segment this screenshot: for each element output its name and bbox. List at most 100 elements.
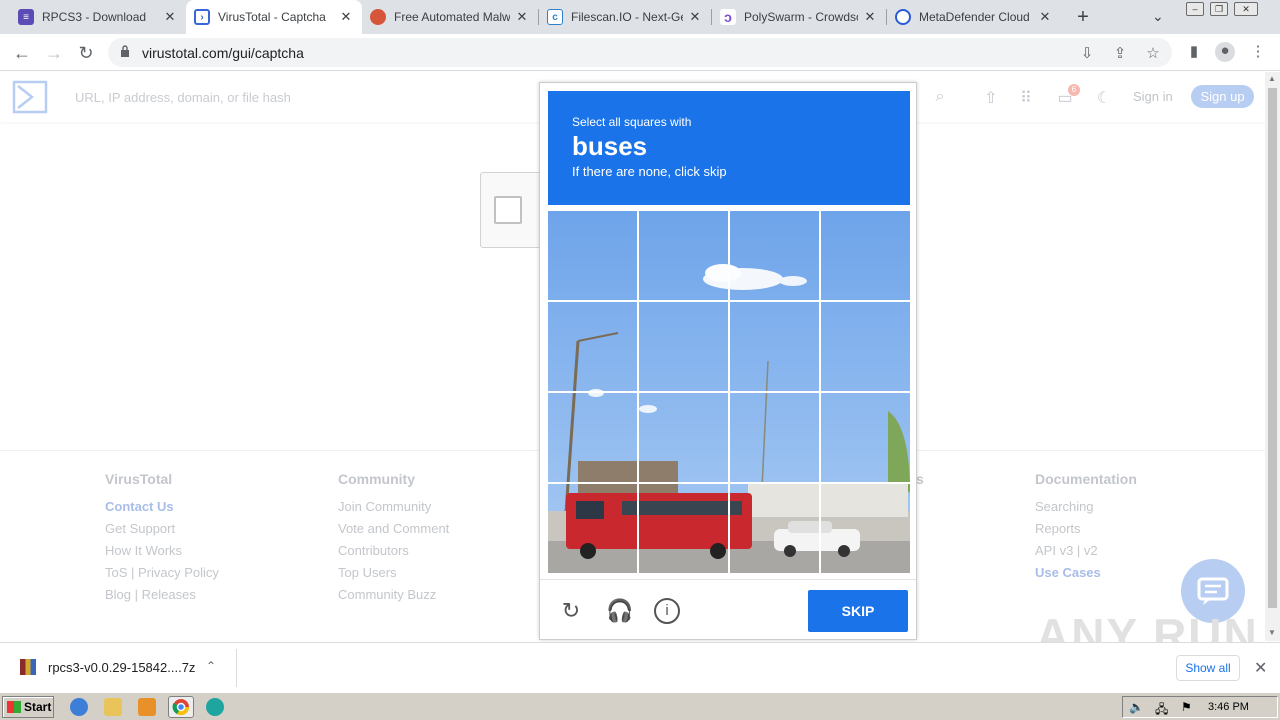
footer-link[interactable]: Blog | Releases bbox=[105, 587, 219, 603]
new-tab-button[interactable]: + bbox=[1072, 6, 1094, 28]
profile-avatar-icon[interactable]: ● bbox=[1215, 42, 1235, 62]
recaptcha-widget bbox=[480, 172, 542, 248]
filescan-icon: c bbox=[547, 9, 563, 25]
forward-icon[interactable]: → bbox=[42, 41, 66, 65]
start-button[interactable]: Start bbox=[2, 696, 54, 718]
footer-heading: VirusTotal bbox=[105, 471, 173, 487]
image-tile[interactable] bbox=[821, 484, 910, 573]
tab-polyswarm[interactable]: ↄ PolySwarm - Crowdsou ✕ bbox=[712, 0, 886, 34]
back-icon[interactable]: ← bbox=[10, 41, 34, 65]
tab-metadefender[interactable]: MetaDefender Cloud | ✕ bbox=[887, 0, 1061, 34]
sign-in-link[interactable]: Sign in bbox=[1133, 89, 1173, 104]
scroll-down-icon[interactable]: ▼ bbox=[1268, 628, 1276, 637]
system-tray: 🔈 🖧 ⚑ bbox=[1122, 696, 1278, 718]
image-tile[interactable] bbox=[730, 484, 819, 573]
recaptcha-checkbox[interactable] bbox=[494, 196, 522, 224]
image-tile[interactable] bbox=[821, 393, 910, 482]
footer-link[interactable]: Top Users bbox=[338, 565, 449, 581]
url-text: virustotal.com/gui/captcha bbox=[142, 45, 304, 61]
media-player-icon[interactable] bbox=[138, 698, 156, 716]
close-window-button[interactable]: ✕ bbox=[1234, 2, 1258, 16]
footer-link[interactable]: Use Cases bbox=[1035, 565, 1137, 581]
image-tile[interactable] bbox=[821, 302, 910, 391]
footer-link[interactable]: Vote and Comment bbox=[338, 521, 449, 537]
tab-rpcs3[interactable]: ≡ RPCS3 - Download ✕ bbox=[10, 0, 186, 34]
footer-heading: s bbox=[916, 471, 924, 487]
side-panel-icon[interactable]: ▮ bbox=[1184, 42, 1204, 62]
image-tile[interactable] bbox=[639, 393, 728, 482]
image-tile[interactable] bbox=[548, 484, 637, 573]
menu-kebab-icon[interactable]: ⋮ bbox=[1248, 42, 1268, 62]
image-tile[interactable] bbox=[548, 302, 637, 391]
archive-file-icon bbox=[20, 659, 36, 675]
image-tile[interactable] bbox=[639, 484, 728, 573]
scroll-up-icon[interactable]: ▲ bbox=[1268, 74, 1276, 83]
prompt-target: buses bbox=[572, 131, 648, 161]
image-tile[interactable] bbox=[639, 211, 728, 300]
footer-link[interactable]: Join Community bbox=[338, 499, 449, 515]
tab-hybrid-analysis[interactable]: Free Automated Malwa ✕ bbox=[362, 0, 538, 34]
close-icon[interactable]: ✕ bbox=[338, 9, 354, 25]
hybrid-analysis-icon bbox=[370, 9, 386, 25]
scroll-thumb[interactable] bbox=[1268, 88, 1277, 608]
address-bar[interactable]: virustotal.com/gui/captcha ⇩ ⇪ ☆ bbox=[108, 38, 1172, 67]
close-icon[interactable]: ✕ bbox=[1254, 658, 1267, 678]
image-tile[interactable] bbox=[639, 302, 728, 391]
footer-link[interactable]: API v3 | v2 bbox=[1035, 543, 1137, 559]
virustotal-logo-icon[interactable] bbox=[12, 80, 48, 114]
volume-icon[interactable]: 🔈 bbox=[1129, 700, 1144, 714]
upload-icon[interactable]: ⇧ bbox=[981, 88, 1001, 108]
install-app-icon[interactable]: ⇩ bbox=[1078, 44, 1096, 62]
image-tile[interactable] bbox=[730, 211, 819, 300]
chrome-taskbar-button[interactable] bbox=[168, 696, 194, 718]
tab-filescan[interactable]: c Filescan.IO - Next-Gen ✕ bbox=[539, 0, 711, 34]
chevron-up-icon[interactable]: ⌃ bbox=[206, 659, 216, 673]
file-explorer-icon[interactable] bbox=[104, 698, 122, 716]
footer-link[interactable]: Contact Us bbox=[105, 499, 219, 515]
image-tile[interactable] bbox=[730, 302, 819, 391]
footer-link[interactable]: ToS | Privacy Policy bbox=[105, 565, 219, 581]
show-all-button[interactable]: Show all bbox=[1176, 655, 1240, 681]
search-icon[interactable]: ⌕ bbox=[930, 88, 950, 108]
polyswarm-icon: ↄ bbox=[720, 9, 736, 25]
close-icon[interactable]: ✕ bbox=[162, 9, 178, 25]
close-icon[interactable]: ✕ bbox=[514, 9, 530, 25]
image-tile[interactable] bbox=[548, 211, 637, 300]
edge-icon[interactable] bbox=[206, 698, 224, 716]
image-tile[interactable] bbox=[821, 211, 910, 300]
close-icon[interactable]: ✕ bbox=[1037, 9, 1053, 25]
bookmark-star-icon[interactable]: ☆ bbox=[1144, 44, 1162, 62]
vt-search-input[interactable]: URL, IP address, domain, or file hash bbox=[75, 90, 291, 105]
skip-button[interactable]: SKIP bbox=[808, 590, 908, 632]
minimize-button[interactable]: – bbox=[1186, 2, 1204, 16]
footer-link[interactable]: Searching bbox=[1035, 499, 1137, 515]
reload-icon[interactable]: ↻ bbox=[74, 41, 98, 65]
info-icon[interactable]: i bbox=[654, 598, 680, 624]
image-tile[interactable] bbox=[730, 393, 819, 482]
footer-link[interactable]: How It Works bbox=[105, 543, 219, 559]
page-scrollbar[interactable]: ▲ ▼ bbox=[1265, 72, 1280, 641]
tab-virustotal[interactable]: › VirusTotal - Captcha ✕ bbox=[186, 0, 362, 34]
dark-mode-icon[interactable]: ☾ bbox=[1094, 88, 1114, 108]
footer-link[interactable]: Get Support bbox=[105, 521, 219, 537]
flag-icon[interactable]: ⚑ bbox=[1181, 700, 1192, 714]
image-tile[interactable] bbox=[548, 393, 637, 482]
footer-link[interactable]: Contributors bbox=[338, 543, 449, 559]
audio-challenge-icon[interactable]: 🎧 bbox=[606, 598, 633, 624]
footer-heading: Community bbox=[338, 471, 415, 487]
close-icon[interactable]: ✕ bbox=[687, 9, 703, 25]
clock: 3:46 PM bbox=[1208, 701, 1249, 713]
sign-up-button[interactable]: Sign up bbox=[1191, 85, 1254, 108]
download-filename: rpcs3-v0.0.29-15842....7z bbox=[48, 659, 196, 675]
download-item[interactable]: rpcs3-v0.0.29-15842....7z bbox=[20, 659, 195, 675]
tab-search-chevron-icon[interactable]: ⌄ bbox=[1152, 8, 1164, 25]
apps-grid-icon[interactable]: ⠿ bbox=[1016, 88, 1036, 108]
reload-challenge-icon[interactable]: ↻ bbox=[558, 598, 584, 624]
internet-explorer-icon[interactable] bbox=[70, 698, 88, 716]
footer-link[interactable]: Reports bbox=[1035, 521, 1137, 537]
footer-link[interactable]: Community Buzz bbox=[338, 587, 449, 603]
share-icon[interactable]: ⇪ bbox=[1111, 44, 1129, 62]
close-icon[interactable]: ✕ bbox=[862, 9, 878, 25]
network-icon[interactable]: 🖧 bbox=[1155, 700, 1168, 720]
restore-button[interactable]: ❐ bbox=[1210, 2, 1228, 16]
